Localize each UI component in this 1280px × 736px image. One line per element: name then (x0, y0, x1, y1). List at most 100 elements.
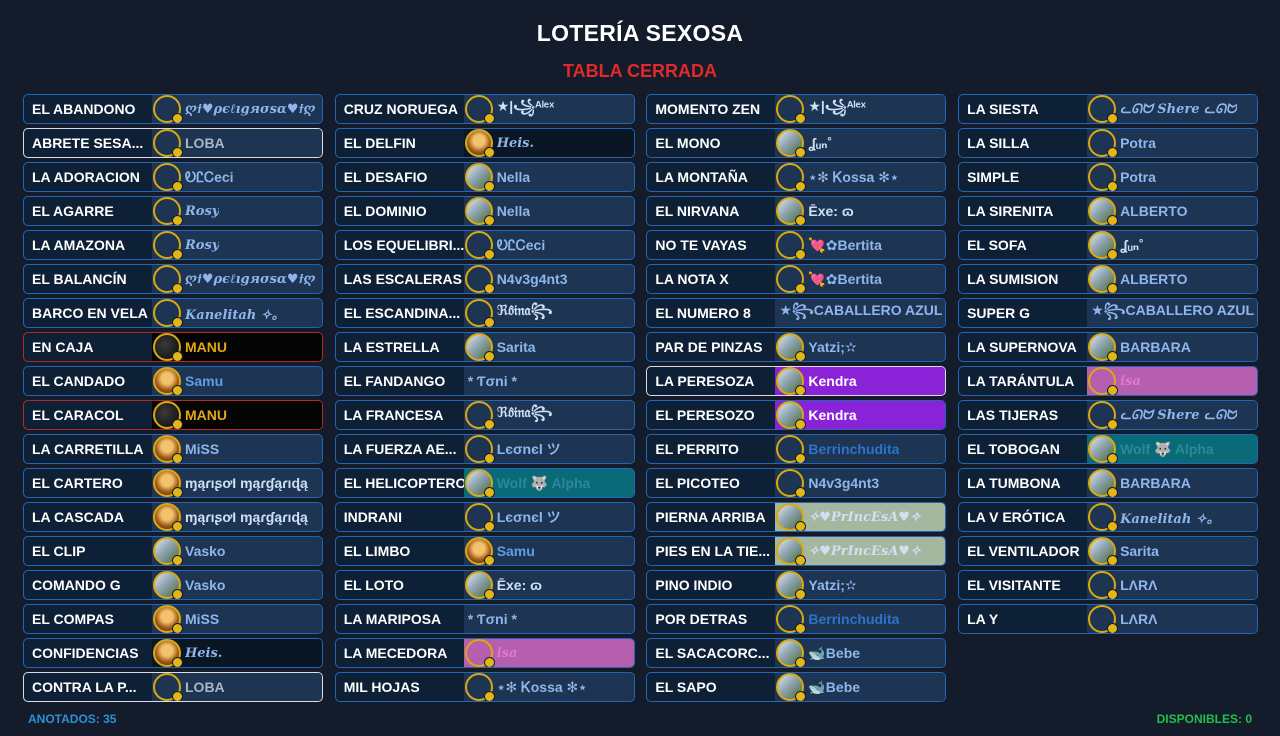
card-row[interactable]: LA TARÁNTULA isa (958, 366, 1259, 396)
avatar-icon (464, 435, 495, 463)
card-row[interactable]: EL SOFA ʆᵤₙ˚ (958, 230, 1259, 260)
card-row[interactable]: EL CLIP Vasko (23, 536, 323, 566)
card-row[interactable]: SIMPLE Potra (958, 162, 1259, 192)
card-row[interactable]: NO TE VAYAS 💘✿Bertita (646, 230, 947, 260)
card-row[interactable]: EL DOMINIO Nella (334, 196, 635, 226)
avatar-icon (776, 231, 807, 259)
card-row[interactable]: EL FANDANGO * Ƭσni * (334, 366, 635, 396)
card-row[interactable]: LA TUMBONA BARBARA (958, 468, 1259, 498)
card-row[interactable]: LA ADORACION ᎧᏝᏟeci (23, 162, 323, 192)
card-row[interactable]: EL DESAFIO Nella (334, 162, 635, 192)
card-row[interactable]: EL CARTERO ɱąɾıʂơƖ ɱąɾɠąɾıɖą (23, 468, 323, 498)
card-row[interactable]: LA FUERZA AE... Lєσnєl ツ (334, 434, 635, 464)
card-row[interactable]: LA FRANCESA ℜ𝔬̂𝔦𝔫𝔞꧂ (334, 400, 635, 430)
card-row[interactable]: COMANDO G Vasko (23, 570, 323, 600)
card-row[interactable]: LA Y LΛRΛ (958, 604, 1259, 634)
card-row[interactable]: LA SUMISION ALBERTO (958, 264, 1259, 294)
card-row[interactable]: EL HELICOPTERO Wolf 🐺 Alpha (334, 468, 635, 498)
card-name: EL NIRVANA (655, 203, 740, 219)
player-cell: ★|꧁ᴬˡᵉˣ (775, 95, 946, 123)
card-row[interactable]: MIL HOJAS ⋆✻ Ꮶossa ✻⋆ (334, 672, 635, 702)
card-row[interactable]: EL PERESOZO Kendra (646, 400, 947, 430)
card-row[interactable]: LA MECEDORA isa (334, 638, 635, 668)
player-cell: LOBA (152, 129, 322, 157)
card-row[interactable]: EL MONO ʆᵤₙ˚ (646, 128, 947, 158)
card-row[interactable]: LA NOTA X 💘✿Bertita (646, 264, 947, 294)
card-row[interactable]: LA SIESTA ᓚᘏᗢ Shere ᓚᘏᗢ (958, 94, 1259, 124)
card-row[interactable]: CONTRA LA P... LOBA (23, 672, 323, 702)
player-cell: Yatzi;✫ (775, 571, 946, 599)
card-row[interactable]: PAR DE PINZAS Yatzi;✫ (646, 332, 947, 362)
card-row[interactable]: EL TOBOGAN Wolf 🐺 Alpha (958, 434, 1259, 464)
card-row[interactable]: EL NIRVANA Ēxe: ɷ (646, 196, 947, 226)
card-row[interactable]: LAS ESCALERAS N4v3g4nt3 (334, 264, 635, 294)
card-row[interactable]: EL VENTILADOR Sarita (958, 536, 1259, 566)
card-row[interactable]: LA AMAZONA Rosy (23, 230, 323, 260)
card-row[interactable]: EL NUMERO 8 ★꧂CABALLERO AZUL (646, 298, 947, 328)
card-row[interactable]: EL SAPO 🐋Bebe (646, 672, 947, 702)
avatar-icon (776, 435, 807, 463)
card-row[interactable]: LA SILLA Potra (958, 128, 1259, 158)
card-row[interactable]: POR DETRAS Berrinchudita (646, 604, 947, 634)
card-row[interactable]: LA MARIPOSA * Ƭσni * (334, 604, 635, 634)
card-row[interactable]: EL CARACOL MANU (23, 400, 323, 430)
player-name: LΛRΛ (1120, 611, 1158, 627)
card-row[interactable]: EN CAJA MANU (23, 332, 323, 362)
player-name: N4v3g4nt3 (496, 271, 568, 287)
card-row[interactable]: EL CANDADO Samu (23, 366, 323, 396)
card-row[interactable]: CONFIDENCIAS Heis. (23, 638, 323, 668)
card-row[interactable]: LOS EQUELIBRI... ᎧᏝᏟeci (334, 230, 635, 260)
card-row[interactable]: CRUZ NORUEGA ★|꧁ᴬˡᵉˣ (334, 94, 635, 124)
card-row[interactable]: LA PERESOZA Kendra (646, 366, 947, 396)
card-row[interactable]: EL AGARRE Rosy (23, 196, 323, 226)
card-name: POR DETRAS (655, 611, 748, 627)
player-cell: Sarita (1087, 537, 1258, 565)
card-row[interactable]: EL ABANDONO ღϯ♥ρєℓıgяσѕα♥ϯღ (23, 94, 323, 124)
player-cell: ᎧᏝᏟeci (463, 231, 634, 259)
avatar-icon (153, 129, 183, 157)
card-row[interactable]: EL LOTO Ēxe: ɷ (334, 570, 635, 600)
card-row[interactable]: PIES EN LA TIE... ✧♥PrIncEsA♥✧ (646, 536, 947, 566)
player-cell: Kanelitah ✧。 (152, 299, 322, 327)
card-name: LA CASCADA (32, 509, 125, 525)
avatar-icon (464, 163, 495, 191)
card-row[interactable]: EL ESCANDINA... ℜ𝔬̂𝔦𝔫𝔞꧂ (334, 298, 635, 328)
card-name: EL NUMERO 8 (655, 305, 751, 321)
card-row[interactable]: LA V ERÓTICA Kanelitah ✧。 (958, 502, 1259, 532)
player-name: MANU (185, 407, 227, 423)
player-name: ★꧂CABALLERO AZUL (779, 301, 943, 318)
card-row[interactable]: ABRETE SESA... LOBA (23, 128, 323, 158)
card-row[interactable]: EL PERRITO Berrinchudita (646, 434, 947, 464)
card-row[interactable]: EL LIMBO Samu (334, 536, 635, 566)
card-name: COMANDO G (32, 577, 121, 593)
card-row[interactable]: LA MONTAÑA ⋆✻ Ꮶossa ✻⋆ (646, 162, 947, 192)
player-name: Potra (1120, 169, 1156, 185)
card-row[interactable]: EL COMPAS MiSS (23, 604, 323, 634)
card-row[interactable]: LA SUPERNOVA BARBARA (958, 332, 1259, 362)
card-row[interactable]: EL DELFIN Heis. (334, 128, 635, 158)
avatar-icon (1088, 163, 1119, 191)
player-name: ᎧᏝᏟeci (496, 236, 546, 253)
card-row[interactable]: LA CARRETILLA MiSS (23, 434, 323, 464)
card-row[interactable]: EL VISITANTE LΛRΛ (958, 570, 1259, 600)
card-row[interactable]: SUPER G ★꧂CABALLERO AZUL (958, 298, 1259, 328)
card-row[interactable]: EL BALANCÍN ღϯ♥ρєℓıgяσѕα♥ϯღ (23, 264, 323, 294)
card-row[interactable]: LA ESTRELLA Sarita (334, 332, 635, 362)
avatar-icon (1088, 469, 1119, 497)
card-row[interactable]: BARCO EN VELA Kanelitah ✧。 (23, 298, 323, 328)
card-row[interactable]: INDRANI Lєσnєl ツ (334, 502, 635, 532)
card-row[interactable]: MOMENTO ZEN ★|꧁ᴬˡᵉˣ (646, 94, 947, 124)
card-row[interactable]: LA CASCADA ɱąɾıʂơƖ ɱąɾɠąɾıɖą (23, 502, 323, 532)
card-row[interactable]: EL SACACORC... 🐋Bebe (646, 638, 947, 668)
card-row[interactable]: PIERNA ARRIBA ✧♥PrIncEsA♥✧ (646, 502, 947, 532)
player-cell: Berrinchudita (775, 435, 946, 463)
card-row[interactable]: EL PICOTEO N4v3g4nt3 (646, 468, 947, 498)
player-cell: Vasko (152, 537, 322, 565)
card-row[interactable]: LA SIRENITA ALBERTO (958, 196, 1259, 226)
avatar-icon (1088, 401, 1119, 429)
card-column-4: LA SIESTA ᓚᘏᗢ Shere ᓚᘏᗢ LA SILLA Potra SIMPL… (958, 94, 1259, 702)
card-row[interactable]: LAS TIJERAS ᓚᘏᗢ Shere ᓚᘏᗢ (958, 400, 1259, 430)
card-name: LA PERESOZA (655, 373, 755, 389)
card-row[interactable]: PINO INDIO Yatzi;✫ (646, 570, 947, 600)
avatar-icon (464, 537, 495, 565)
